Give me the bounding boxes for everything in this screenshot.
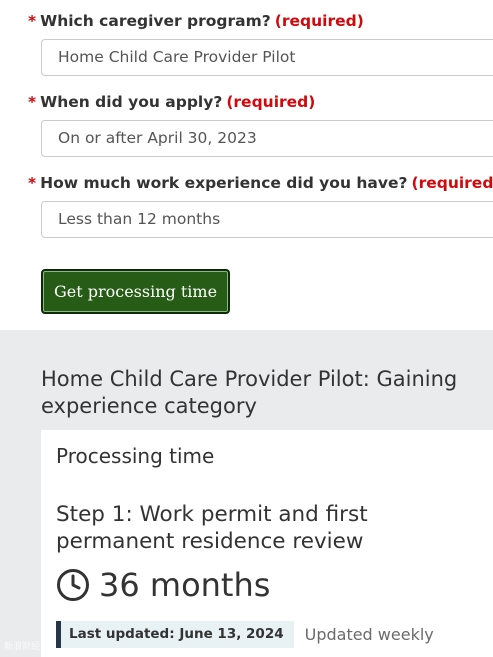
work-experience-label: * How much work experience did you have?(… bbox=[28, 174, 493, 192]
application-date-question: When did you apply? bbox=[40, 93, 223, 111]
caregiver-program-label: * Which caregiver program? (required) bbox=[28, 12, 364, 30]
step-title: Step 1: Work permit and first permanent … bbox=[56, 502, 368, 554]
processing-time-card: Processing time Step 1: Work permit and … bbox=[41, 430, 493, 657]
clock-icon bbox=[57, 569, 89, 601]
work-experience-select[interactable]: Less than 12 months bbox=[41, 201, 493, 238]
caregiver-program-question: Which caregiver program? bbox=[40, 12, 271, 30]
application-date-select[interactable]: On or after April 30, 2023 bbox=[41, 120, 493, 157]
results-panel: Home Child Care Provider Pilot: Gaining … bbox=[0, 330, 493, 657]
required-text: (required) bbox=[226, 93, 316, 111]
get-processing-time-button[interactable]: Get processing time bbox=[41, 269, 230, 314]
required-marker: * bbox=[28, 174, 37, 192]
work-experience-question: How much work experience did you have? bbox=[40, 174, 408, 192]
result-heading: Home Child Care Provider Pilot: Gaining … bbox=[41, 367, 458, 418]
update-frequency: Updated weekly bbox=[304, 625, 434, 644]
required-text: (required) bbox=[274, 12, 364, 30]
card-title: Processing time bbox=[56, 444, 215, 468]
application-date-label: * When did you apply? (required) bbox=[28, 93, 315, 111]
duration-value: 36 months bbox=[99, 566, 271, 604]
required-text: (required) bbox=[411, 174, 493, 192]
required-marker: * bbox=[28, 12, 37, 30]
last-updated: Last updated: June 13, 2024 bbox=[56, 621, 294, 648]
required-marker: * bbox=[28, 93, 37, 111]
watermark: 新浪财经 bbox=[4, 642, 41, 652]
update-info: Last updated: June 13, 2024 Updated week… bbox=[56, 621, 434, 648]
caregiver-program-select[interactable]: Home Child Care Provider Pilot bbox=[41, 39, 493, 76]
processing-duration: 36 months bbox=[56, 564, 270, 606]
